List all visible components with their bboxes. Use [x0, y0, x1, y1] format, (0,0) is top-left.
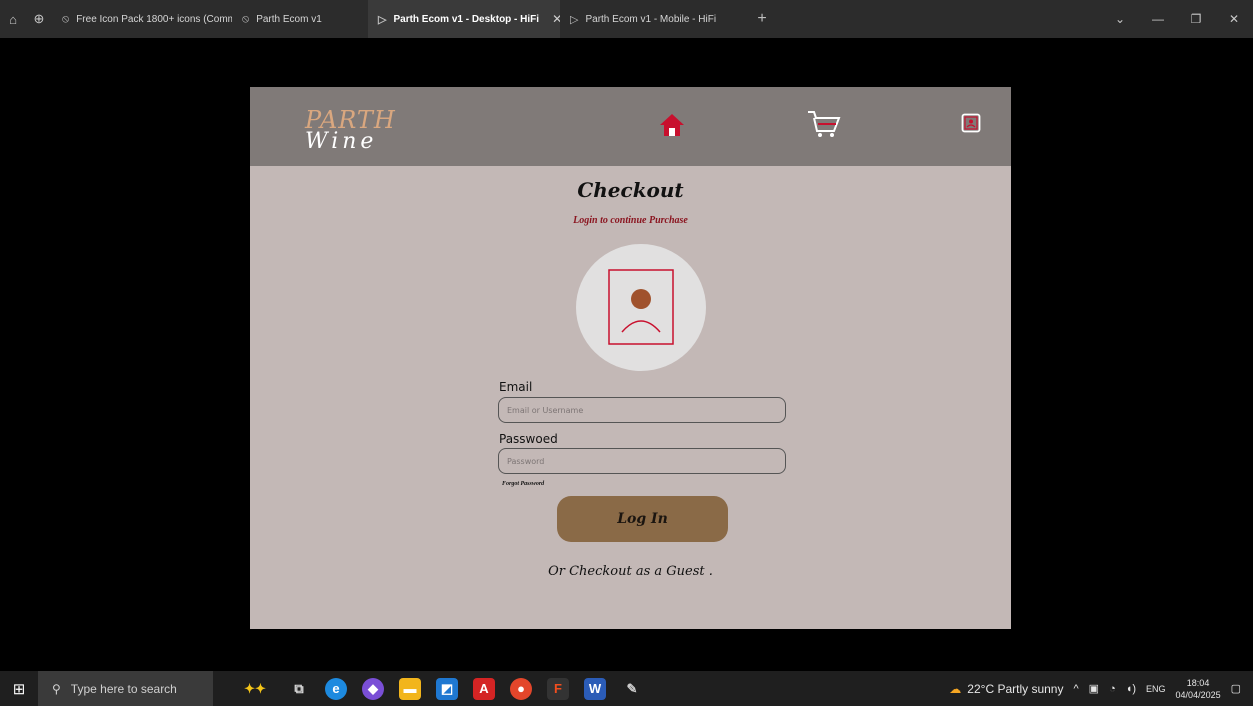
globe-icon[interactable]: ⊕ [26, 0, 52, 38]
play-icon: ▷ [570, 13, 579, 26]
chrome-icon[interactable]: ● [510, 677, 532, 700]
minimize-button[interactable]: — [1139, 12, 1177, 26]
email-field[interactable] [498, 397, 786, 423]
home-icon[interactable]: ⌂ [0, 0, 26, 38]
login-button[interactable]: Log In [557, 496, 728, 542]
paint-icon[interactable]: ✎ [621, 678, 643, 700]
taskbar-search[interactable]: ⚲ Type here to search [38, 671, 213, 706]
system-tray: ☁ 22°C Partly sunny ^ ▣ ◔ ◖) ENG 18:04 0… [949, 671, 1253, 706]
forgot-password-link[interactable]: Forgot Password [502, 481, 544, 487]
copilot-sparkle-icon[interactable]: ✦✦ [237, 678, 273, 700]
tab-label: Parth Ecom v1 - Mobile - HiFi [585, 13, 717, 25]
email-label: Email [499, 380, 533, 394]
file-explorer-icon[interactable]: ▬ [399, 677, 421, 700]
tab-desktop-hifi[interactable]: ▷ Parth Ecom v1 - Desktop - HiFi ✕ [368, 0, 560, 38]
tab-mobile-hifi[interactable]: ▷ Parth Ecom v1 - Mobile - HiFi [560, 0, 740, 38]
tab-label: Free Icon Pack 1800+ icons (Commur [76, 13, 232, 25]
site-logo[interactable]: PARTH Wine [305, 106, 396, 154]
chevron-down-icon[interactable]: ⌄ [1101, 12, 1139, 26]
chevron-up-icon[interactable]: ^ [1073, 683, 1078, 695]
browser-tab-bar: ⌂ ⊕ ⦸ Free Icon Pack 1800+ icons (Commur… [0, 0, 1253, 38]
notification-icon[interactable]: ▢ [1231, 682, 1241, 695]
close-icon[interactable]: ✕ [552, 12, 560, 26]
acrobat-icon[interactable]: A [473, 677, 495, 700]
user-profile-icon [608, 269, 674, 345]
avatar [576, 244, 706, 371]
password-field[interactable] [498, 448, 786, 474]
checkout-frame: PARTH Wine Checkout Login to continue Pu… [250, 87, 1011, 629]
restore-button[interactable]: ❐ [1177, 12, 1215, 26]
network-icon[interactable]: ◔ [1109, 683, 1116, 695]
tab-label: Parth Ecom v1 [256, 13, 322, 25]
search-placeholder: Type here to search [70, 681, 177, 696]
tray-app-icon[interactable]: ▣ [1089, 682, 1099, 695]
edge-icon[interactable]: e [325, 677, 347, 700]
clock-time: 18:04 [1186, 677, 1210, 688]
site-header: PARTH Wine [250, 87, 1011, 166]
login-prompt: Login to continue Purchase [573, 215, 688, 226]
logo-line2: Wine [305, 129, 378, 154]
figma-icon[interactable]: F [547, 677, 569, 700]
search-icon: ⚲ [52, 681, 61, 696]
taskbar: ⊞ ⚲ Type here to search ✦✦ ⧉ e ◆ ▬ ◩ A ●… [0, 671, 1253, 706]
weather-text: 22°C Partly sunny [967, 681, 1064, 696]
window-controls: ⌄ — ❐ ✕ [1101, 0, 1253, 38]
tab-label: Parth Ecom v1 - Desktop - HiFi [393, 13, 540, 25]
clock-date: 04/04/2025 [1175, 689, 1221, 700]
logo-line1: PARTH [305, 106, 396, 134]
copilot-icon[interactable]: ◆ [362, 677, 384, 700]
volume-icon[interactable]: ◖) [1126, 683, 1136, 695]
home-icon[interactable] [658, 112, 686, 138]
pinned-apps: ✦✦ ⧉ e ◆ ▬ ◩ A ● F W ✎ [237, 677, 643, 700]
tab-free-icon-pack[interactable]: ⦸ Free Icon Pack 1800+ icons (Commur [52, 0, 232, 38]
page-title: Checkout [577, 178, 684, 202]
task-view-icon[interactable]: ⧉ [288, 678, 310, 700]
word-icon[interactable]: W [584, 677, 606, 700]
new-tab-button[interactable]: + [748, 10, 776, 28]
tab-parth-ecom[interactable]: ⦸ Parth Ecom v1 [232, 0, 356, 38]
weather-icon: ☁ [949, 681, 962, 696]
account-icon[interactable] [961, 113, 981, 133]
cart-icon[interactable] [806, 109, 842, 139]
language-indicator[interactable]: ENG [1146, 684, 1166, 694]
guest-checkout-link[interactable]: Or Checkout as a Guest . [250, 564, 1011, 579]
windows-start-icon[interactable]: ⊞ [0, 680, 38, 698]
weather-widget[interactable]: ☁ 22°C Partly sunny [949, 682, 1063, 696]
clock[interactable]: 18:04 04/04/2025 [1176, 677, 1221, 701]
figma-community-icon: ⦸ [62, 12, 70, 25]
photos-icon[interactable]: ◩ [436, 677, 458, 700]
close-window-button[interactable]: ✕ [1215, 12, 1253, 26]
figma-community-icon: ⦸ [242, 12, 250, 25]
play-icon: ▷ [378, 13, 387, 26]
password-label: Passwoed [499, 432, 558, 446]
